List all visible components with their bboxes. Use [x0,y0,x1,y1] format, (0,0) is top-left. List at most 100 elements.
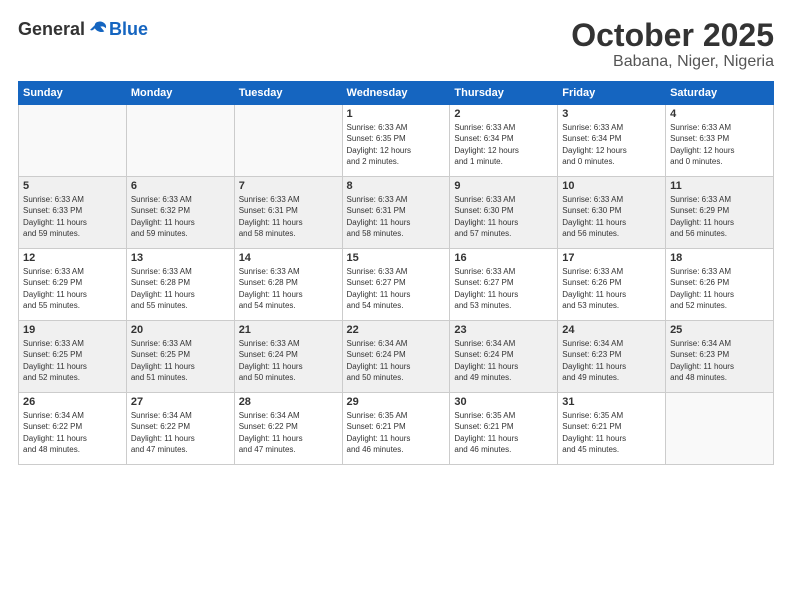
calendar-cell: 23 Sunrise: 6:34 AM Sunset: 6:24 PM Dayli… [450,321,558,393]
calendar-cell: 11 Sunrise: 6:33 AM Sunset: 6:29 PM Dayli… [666,177,774,249]
col-sunday: Sunday [19,82,127,105]
day-info: Sunrise: 6:34 AM Sunset: 6:24 PM Dayligh… [454,338,553,383]
calendar-cell: 15 Sunrise: 6:33 AM Sunset: 6:27 PM Dayli… [342,249,450,321]
day-number: 2 [454,108,553,120]
day-number: 28 [239,396,338,408]
calendar-table: Sunday Monday Tuesday Wednesday Thursday… [18,81,774,465]
day-number: 27 [131,396,230,408]
day-info: Sunrise: 6:34 AM Sunset: 6:24 PM Dayligh… [347,338,446,383]
calendar-cell: 29 Sunrise: 6:35 AM Sunset: 6:21 PM Dayli… [342,393,450,465]
day-info: Sunrise: 6:33 AM Sunset: 6:35 PM Dayligh… [347,122,446,167]
day-number: 14 [239,252,338,264]
day-number: 3 [562,108,661,120]
day-info: Sunrise: 6:33 AM Sunset: 6:32 PM Dayligh… [131,194,230,239]
day-info: Sunrise: 6:33 AM Sunset: 6:34 PM Dayligh… [562,122,661,167]
day-info: Sunrise: 6:33 AM Sunset: 6:31 PM Dayligh… [347,194,446,239]
day-info: Sunrise: 6:34 AM Sunset: 6:23 PM Dayligh… [562,338,661,383]
day-number: 15 [347,252,446,264]
calendar-week-row-1: 1 Sunrise: 6:33 AM Sunset: 6:35 PM Daylig… [19,105,774,177]
day-info: Sunrise: 6:35 AM Sunset: 6:21 PM Dayligh… [562,410,661,455]
page-header: General Blue October 2025 Babana, Niger,… [18,18,774,71]
day-number: 7 [239,180,338,192]
logo-general-text: General [18,19,85,40]
calendar-cell: 19 Sunrise: 6:33 AM Sunset: 6:25 PM Dayli… [19,321,127,393]
day-number: 22 [347,324,446,336]
day-info: Sunrise: 6:34 AM Sunset: 6:22 PM Dayligh… [131,410,230,455]
calendar-cell: 24 Sunrise: 6:34 AM Sunset: 6:23 PM Dayli… [558,321,666,393]
day-number: 31 [562,396,661,408]
day-number: 6 [131,180,230,192]
day-info: Sunrise: 6:33 AM Sunset: 6:25 PM Dayligh… [131,338,230,383]
calendar-cell: 27 Sunrise: 6:34 AM Sunset: 6:22 PM Dayli… [126,393,234,465]
day-info: Sunrise: 6:33 AM Sunset: 6:27 PM Dayligh… [347,266,446,311]
logo: General Blue [18,18,148,40]
calendar-cell: 21 Sunrise: 6:33 AM Sunset: 6:24 PM Dayli… [234,321,342,393]
day-info: Sunrise: 6:35 AM Sunset: 6:21 PM Dayligh… [454,410,553,455]
day-number: 11 [670,180,769,192]
calendar-week-row-3: 12Sunrise: 6:33 AM Sunset: 6:29 PM Dayli… [19,249,774,321]
col-monday: Monday [126,82,234,105]
calendar-cell: 4 Sunrise: 6:33 AM Sunset: 6:33 PM Daylig… [666,105,774,177]
calendar-cell: 12Sunrise: 6:33 AM Sunset: 6:29 PM Dayli… [19,249,127,321]
calendar-cell: 8Sunrise: 6:33 AM Sunset: 6:31 PM Daylig… [342,177,450,249]
calendar-cell: 17 Sunrise: 6:33 AM Sunset: 6:26 PM Dayli… [558,249,666,321]
calendar-cell: 30 Sunrise: 6:35 AM Sunset: 6:21 PM Dayli… [450,393,558,465]
location-subtitle: Babana, Niger, Nigeria [571,53,774,71]
calendar-cell: 1 Sunrise: 6:33 AM Sunset: 6:35 PM Daylig… [342,105,450,177]
calendar-cell: 7 Sunrise: 6:33 AM Sunset: 6:31 PM Daylig… [234,177,342,249]
title-block: October 2025 Babana, Niger, Nigeria [571,18,774,71]
calendar-cell: 25Sunrise: 6:34 AM Sunset: 6:23 PM Dayli… [666,321,774,393]
day-info: Sunrise: 6:33 AM Sunset: 6:31 PM Dayligh… [239,194,338,239]
day-number: 9 [454,180,553,192]
day-number: 10 [562,180,661,192]
calendar-cell: 3 Sunrise: 6:33 AM Sunset: 6:34 PM Daylig… [558,105,666,177]
col-tuesday: Tuesday [234,82,342,105]
day-info: Sunrise: 6:33 AM Sunset: 6:29 PM Dayligh… [670,194,769,239]
day-info: Sunrise: 6:33 AM Sunset: 6:24 PM Dayligh… [239,338,338,383]
day-number: 13 [131,252,230,264]
calendar-cell: 5Sunrise: 6:33 AM Sunset: 6:33 PM Daylig… [19,177,127,249]
calendar-cell: 6 Sunrise: 6:33 AM Sunset: 6:32 PM Daylig… [126,177,234,249]
col-thursday: Thursday [450,82,558,105]
col-wednesday: Wednesday [342,82,450,105]
calendar-cell: 20 Sunrise: 6:33 AM Sunset: 6:25 PM Dayli… [126,321,234,393]
day-info: Sunrise: 6:35 AM Sunset: 6:21 PM Dayligh… [347,410,446,455]
calendar-cell: 9Sunrise: 6:33 AM Sunset: 6:30 PM Daylig… [450,177,558,249]
day-info: Sunrise: 6:33 AM Sunset: 6:26 PM Dayligh… [562,266,661,311]
day-info: Sunrise: 6:33 AM Sunset: 6:30 PM Dayligh… [562,194,661,239]
logo-bird-icon [87,18,109,40]
day-number: 19 [23,324,122,336]
day-number: 21 [239,324,338,336]
day-info: Sunrise: 6:34 AM Sunset: 6:22 PM Dayligh… [239,410,338,455]
day-number: 30 [454,396,553,408]
calendar-cell: 22 Sunrise: 6:34 AM Sunset: 6:24 PM Dayli… [342,321,450,393]
day-info: Sunrise: 6:33 AM Sunset: 6:25 PM Dayligh… [23,338,122,383]
day-info: Sunrise: 6:34 AM Sunset: 6:22 PM Dayligh… [23,410,122,455]
calendar-cell: 31 Sunrise: 6:35 AM Sunset: 6:21 PM Dayli… [558,393,666,465]
calendar-cell [234,105,342,177]
day-info: Sunrise: 6:33 AM Sunset: 6:28 PM Dayligh… [239,266,338,311]
day-number: 18 [670,252,769,264]
day-number: 17 [562,252,661,264]
calendar-cell: 14 Sunrise: 6:33 AM Sunset: 6:28 PM Dayli… [234,249,342,321]
day-number: 4 [670,108,769,120]
day-info: Sunrise: 6:33 AM Sunset: 6:26 PM Dayligh… [670,266,769,311]
calendar-cell [666,393,774,465]
calendar-cell: 10 Sunrise: 6:33 AM Sunset: 6:30 PM Dayli… [558,177,666,249]
calendar-cell [126,105,234,177]
calendar-cell: 2Sunrise: 6:33 AM Sunset: 6:34 PM Daylig… [450,105,558,177]
day-number: 20 [131,324,230,336]
calendar-cell: 28 Sunrise: 6:34 AM Sunset: 6:22 PM Dayli… [234,393,342,465]
day-number: 23 [454,324,553,336]
calendar-week-row-5: 26Sunrise: 6:34 AM Sunset: 6:22 PM Dayli… [19,393,774,465]
day-number: 24 [562,324,661,336]
day-info: Sunrise: 6:33 AM Sunset: 6:28 PM Dayligh… [131,266,230,311]
month-title: October 2025 [571,18,774,53]
day-info: Sunrise: 6:33 AM Sunset: 6:33 PM Dayligh… [670,122,769,167]
calendar-week-row-4: 19 Sunrise: 6:33 AM Sunset: 6:25 PM Dayli… [19,321,774,393]
day-info: Sunrise: 6:33 AM Sunset: 6:29 PM Dayligh… [23,266,122,311]
day-number: 25 [670,324,769,336]
day-number: 29 [347,396,446,408]
calendar-cell: 18 Sunrise: 6:33 AM Sunset: 6:26 PM Dayli… [666,249,774,321]
day-number: 1 [347,108,446,120]
